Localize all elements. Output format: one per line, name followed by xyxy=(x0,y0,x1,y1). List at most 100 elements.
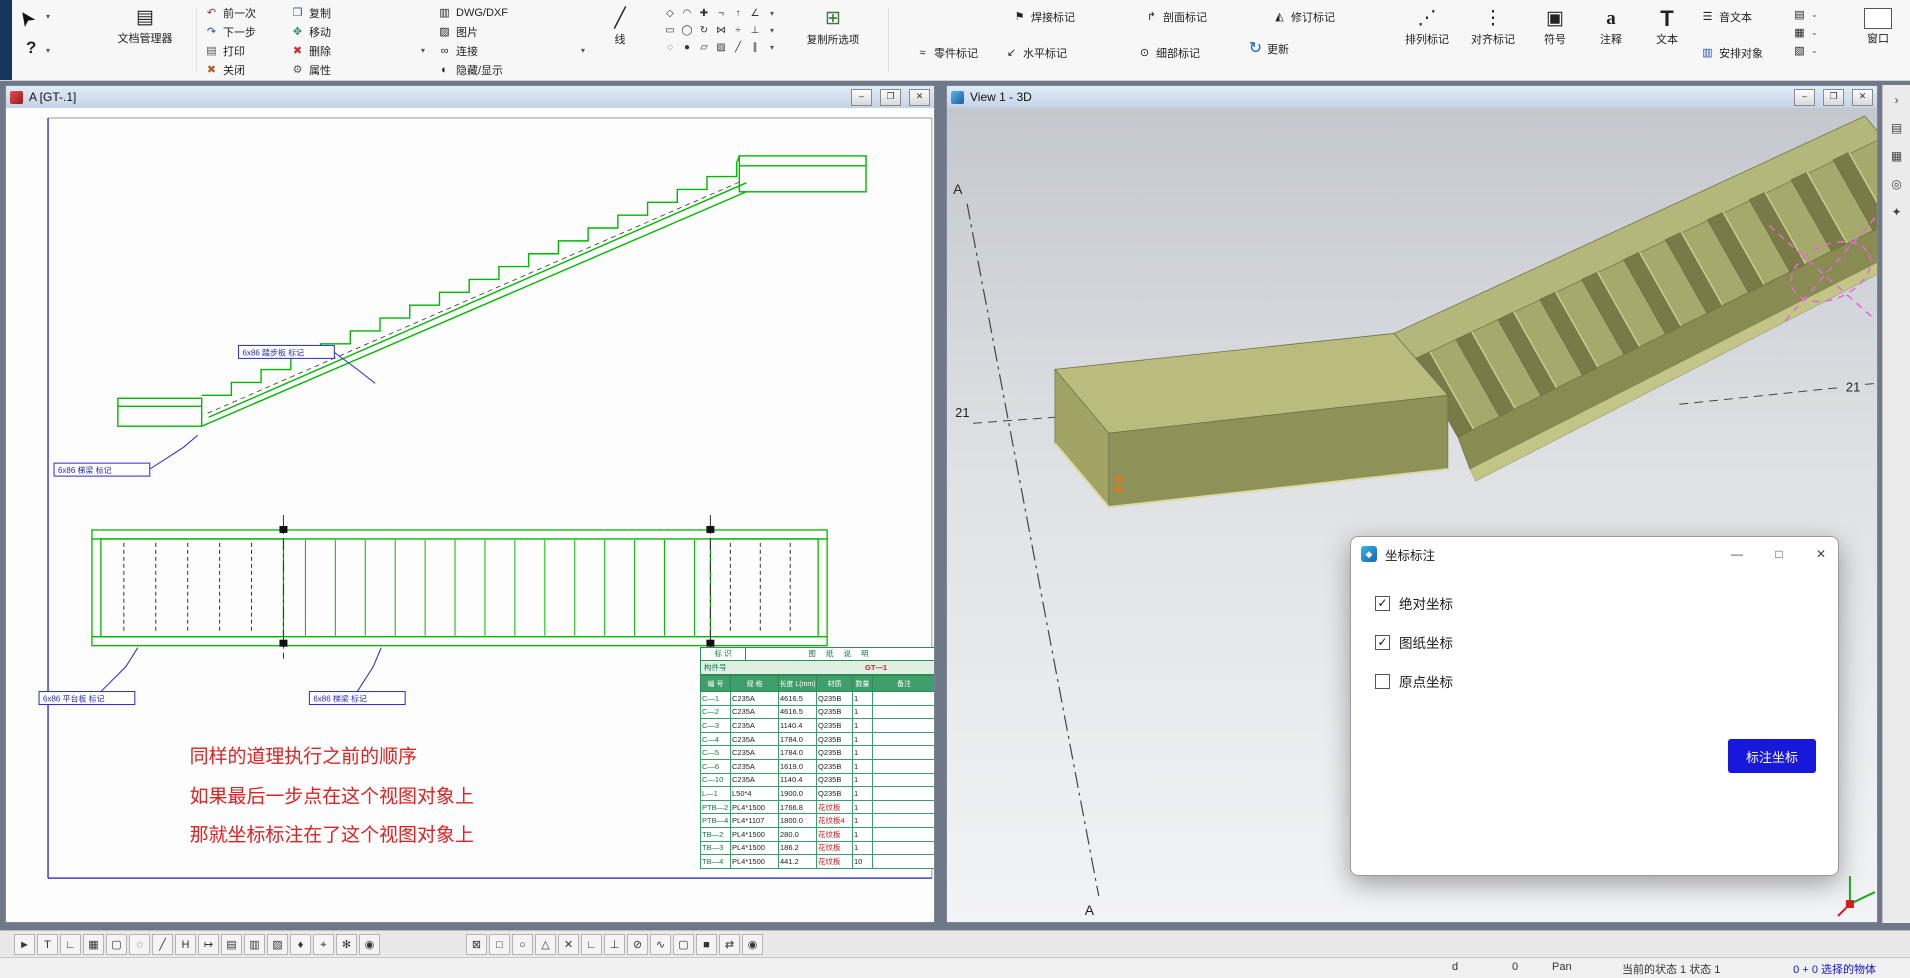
document-manager-button[interactable]: ▤ 文档管理器 xyxy=(104,5,186,46)
snap-settings-tool-icon[interactable]: ✻ xyxy=(336,934,357,955)
view-list-dropdown-3[interactable]: ▧⌄ xyxy=(1792,42,1818,59)
delete-button[interactable]: ✖删除 xyxy=(290,42,331,59)
view-list-dropdown-2[interactable]: ▦⌄ xyxy=(1792,24,1818,41)
stair-3d-model[interactable] xyxy=(1055,116,1877,507)
draw-para-icon[interactable]: ▱ xyxy=(696,40,712,56)
weld-mark-button[interactable]: ⚑焊接标记 xyxy=(1012,8,1075,25)
select-tool-icon[interactable]: ► xyxy=(14,934,35,955)
cloud-tool-icon[interactable]: ◌ xyxy=(129,934,150,955)
snap-frame-icon[interactable]: ▢ xyxy=(673,934,694,955)
draw-dropdown-3-icon[interactable]: ▾ xyxy=(770,43,774,52)
checkbox-checked-icon[interactable]: ✓ xyxy=(1375,596,1390,611)
dialog-option-3[interactable]: 原点坐标 xyxy=(1375,671,1816,691)
draw-rotate-icon[interactable]: ↻ xyxy=(696,23,712,39)
table-tool-icon[interactable]: ▥ xyxy=(244,934,265,955)
world-panel-icon[interactable]: ◎ xyxy=(1886,173,1908,195)
dialog-titlebar[interactable]: ◆ 坐标标注 — □ ✕ xyxy=(1351,537,1838,571)
symbol-button[interactable]: ▣ 符号 xyxy=(1532,6,1578,47)
copy-selected-button[interactable]: ⊞ 复制所选项 xyxy=(800,6,866,47)
panel-arrow-icon[interactable]: › xyxy=(1886,89,1908,111)
polyline-tool-icon[interactable]: ∟ xyxy=(60,934,81,955)
dwg-dxf-button[interactable]: ▥DWG/DXF xyxy=(437,4,508,21)
snap-endpoint-icon[interactable]: ⊠ xyxy=(466,934,487,955)
snap-curve-icon[interactable]: ∿ xyxy=(650,934,671,955)
snap-perp-icon[interactable]: ⊥ xyxy=(604,934,625,955)
minimize-icon[interactable]: ‒ xyxy=(1794,89,1815,106)
pin-tool-icon[interactable]: ♦ xyxy=(290,934,311,955)
text-tool-icon[interactable]: T xyxy=(37,934,58,955)
text-tool-button[interactable]: T 文本 xyxy=(1644,6,1690,47)
draw-node-icon[interactable]: ◌ xyxy=(662,40,678,56)
draw-dropdown-2-icon[interactable]: ▾ xyxy=(770,26,774,35)
restore-icon[interactable]: ❐ xyxy=(880,89,901,106)
height-dim-tool-icon[interactable]: H xyxy=(175,934,196,955)
arrange-objects-button[interactable]: ▥安排对象 xyxy=(1700,44,1763,61)
draw-divide-icon[interactable]: ÷ xyxy=(730,23,746,39)
model-window-titlebar[interactable]: View 1 - 3D ‒ ❐ ✕ xyxy=(947,86,1877,109)
array-mark-button[interactable]: ⋰ 排列标记 xyxy=(1398,6,1456,47)
snap-solid-icon[interactable]: ■ xyxy=(696,934,717,955)
dialog-option-2[interactable]: ✓图纸坐标 xyxy=(1375,632,1816,652)
snap-circle-icon[interactable]: ○ xyxy=(512,934,533,955)
edit-dropdown-icon[interactable]: ▾ xyxy=(421,46,425,55)
snap-rect-icon[interactable]: □ xyxy=(489,934,510,955)
draw-parallel-icon[interactable]: ∥ xyxy=(747,40,763,56)
draw-slash-icon[interactable]: ╱ xyxy=(730,40,746,56)
snap-triangle-icon[interactable]: △ xyxy=(535,934,556,955)
gap-dim-tool-icon[interactable]: ↦ xyxy=(198,934,219,955)
update-button[interactable]: ↻更新 xyxy=(1248,40,1289,57)
filled-rect-tool-icon[interactable]: ▦ xyxy=(83,934,104,955)
weld-callouts[interactable]: 6x86 踏步板 标记 6x86 梯梁 标记 6x86 平台板 标记 6x86 … xyxy=(39,345,405,704)
cursor-dropdown-icon[interactable]: ▾ xyxy=(46,12,50,21)
draw-corner-icon[interactable]: ¬ xyxy=(713,6,729,22)
view-list-dropdown-1[interactable]: ▤⌄ xyxy=(1792,6,1818,23)
level-mark-button[interactable]: ↙水平标记 xyxy=(1004,44,1067,61)
image-button[interactable]: ▨图片 xyxy=(437,23,478,40)
draw-point-icon[interactable]: ● xyxy=(679,40,695,56)
checkbox-unchecked-icon[interactable] xyxy=(1375,674,1390,689)
dialog-maximize-button[interactable]: □ xyxy=(1762,537,1796,571)
help-button[interactable]: ? xyxy=(26,38,36,58)
snap-none-icon[interactable]: ⊘ xyxy=(627,934,648,955)
draw-dropdown-1-icon[interactable]: ▾ xyxy=(770,9,774,18)
grid-dim-tool-icon[interactable]: ▤ xyxy=(221,934,242,955)
draw-up-icon[interactable]: ↑ xyxy=(730,6,746,22)
close-icon[interactable]: ✕ xyxy=(1852,89,1873,106)
dialog-minimize-button[interactable]: — xyxy=(1720,537,1754,571)
draw-plus-icon[interactable]: ✚ xyxy=(696,6,712,22)
close-icon[interactable]: ✕ xyxy=(909,89,930,106)
auto-text-button[interactable]: ☰音文本 xyxy=(1700,8,1752,25)
snap-cross-icon[interactable]: ✕ xyxy=(558,934,579,955)
link-button[interactable]: ∞连接 xyxy=(437,42,478,59)
print-panel-icon[interactable]: ▤ xyxy=(1886,117,1908,139)
drawing-window-titlebar[interactable]: A [GT-.1] ‒ ❐ ✕ xyxy=(6,86,934,109)
draw-intersect-icon[interactable]: ⋈ xyxy=(713,23,729,39)
section-mark-button[interactable]: ↱剖面标记 xyxy=(1144,8,1207,25)
restore-icon[interactable]: ❐ xyxy=(1823,89,1844,106)
slope-dim-tool-icon[interactable]: ╱ xyxy=(152,934,173,955)
copy-button[interactable]: ❐复制 xyxy=(290,4,331,21)
window-button[interactable]: 窗口 xyxy=(1852,4,1904,46)
dashed-rect-tool-icon[interactable]: ▢ xyxy=(106,934,127,955)
dialog-option-1[interactable]: ✓绝对坐标 xyxy=(1375,593,1816,613)
align-mark-button[interactable]: ⋮ 对齐标记 xyxy=(1464,6,1522,47)
draw-polygon-icon[interactable]: ◇ xyxy=(662,6,678,22)
annotation-button[interactable]: a 注释 xyxy=(1588,6,1634,47)
hide-show-button[interactable]: ◐隐藏/显示 xyxy=(437,61,503,78)
drawing-canvas[interactable]: 6x86 踏步板 标记 6x86 梯梁 标记 6x86 平台板 标记 6x86 … xyxy=(6,108,934,922)
draw-rect-icon[interactable]: ▭ xyxy=(662,23,678,39)
revision-mark-button[interactable]: ◭修订标记 xyxy=(1272,8,1335,25)
snap-swap-icon[interactable]: ⇄ xyxy=(719,934,740,955)
help-dropdown-icon[interactable]: ▾ xyxy=(46,46,50,55)
notes-panel-icon[interactable]: ▦ xyxy=(1886,145,1908,167)
part-mark-button[interactable]: ≈零件标记 xyxy=(915,44,978,61)
hatch-tool-icon[interactable]: ▨ xyxy=(267,934,288,955)
prev-button[interactable]: ↶前一次 xyxy=(204,4,256,21)
close-button[interactable]: ✖关闭 xyxy=(204,61,245,78)
draw-circle-icon[interactable]: ◯ xyxy=(679,23,695,39)
draw-angle-icon[interactable]: ∠ xyxy=(747,6,763,22)
print-button[interactable]: ▤打印 xyxy=(204,42,245,59)
next-button[interactable]: ↷下一步 xyxy=(204,23,256,40)
dialog-close-button[interactable]: ✕ xyxy=(1804,537,1838,571)
apps-panel-icon[interactable]: ✦ xyxy=(1886,201,1908,223)
